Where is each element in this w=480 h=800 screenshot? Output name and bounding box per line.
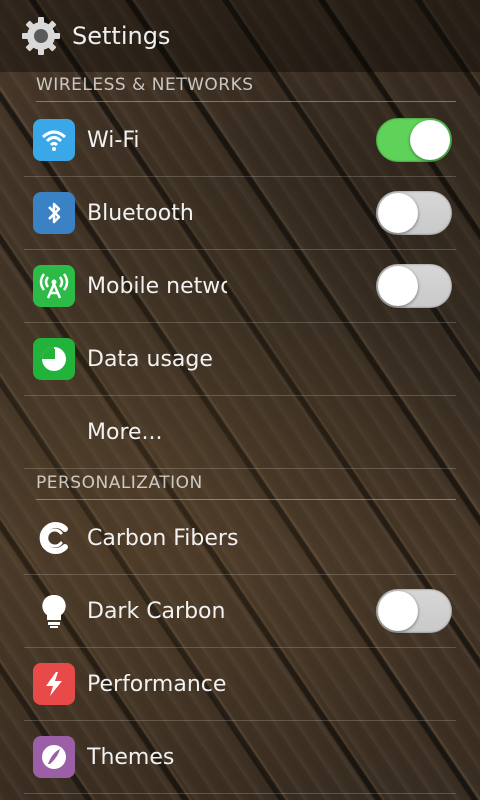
toggle-knob [378,591,418,631]
toggle-knob [378,193,418,233]
page-title: Settings [72,22,171,50]
mobile-networks-toggle[interactable] [376,264,452,308]
bluetooth-label: Bluetooth [87,200,194,226]
list-item-bluetooth[interactable]: Bluetooth [24,177,456,250]
list-item-performance[interactable]: Performance [24,648,456,721]
lightbulb-icon [33,590,75,632]
wifi-label: Wi-Fi [87,127,140,153]
dark-carbon-label: Dark Carbon [87,598,226,624]
gear-icon[interactable] [20,15,62,57]
list-item-mobile-networks[interactable]: Mobile networks [24,250,456,323]
bluetooth-icon [33,192,75,234]
performance-label: Performance [87,671,227,697]
list-item-dark-carbon[interactable]: Dark Carbon [24,575,456,648]
more-spacer [33,411,75,453]
themes-label: Themes [87,744,175,770]
section-header-wireless: WIRELESS & NETWORKS [36,72,456,102]
lightning-icon [33,663,75,705]
more-label: More... [87,419,163,445]
list-item-data-usage[interactable]: Data usage [24,323,456,396]
carbon-logo-icon [33,517,75,559]
pie-chart-icon [33,338,75,380]
wifi-toggle[interactable] [376,118,452,162]
toggle-knob [410,120,450,160]
signal-tower-icon [33,265,75,307]
list-item-wifi[interactable]: Wi-Fi [24,104,456,177]
list-item-themes[interactable]: Themes [24,721,456,794]
list-item-carbon-fibers[interactable]: Carbon Fibers [24,502,456,575]
theme-brush-icon [33,736,75,778]
wifi-icon [33,119,75,161]
list-item-more[interactable]: More... [24,396,456,469]
action-bar: Settings [0,0,480,72]
toggle-knob [378,266,418,306]
mobile-networks-label: Mobile networks [87,273,227,299]
bluetooth-toggle[interactable] [376,191,452,235]
data-usage-label: Data usage [87,346,213,372]
carbon-fibers-label: Carbon Fibers [87,525,239,551]
dark-carbon-toggle[interactable] [376,589,452,633]
section-header-personalization: PERSONALIZATION [36,470,456,500]
